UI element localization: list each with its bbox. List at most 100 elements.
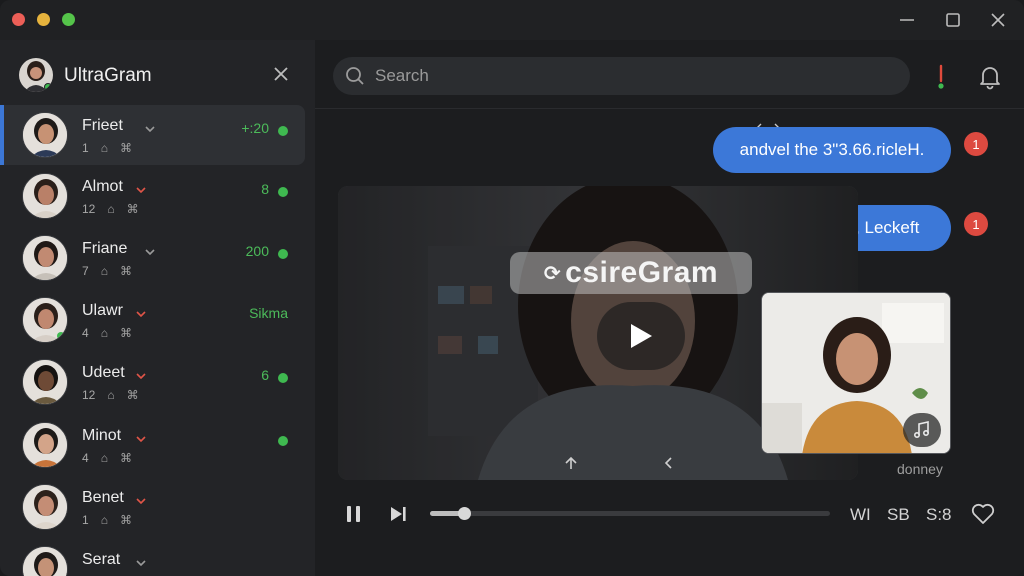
- media-icon: ⌂: [107, 388, 115, 402]
- contact-avatar[interactable]: [22, 297, 68, 343]
- arrow-up-icon[interactable]: [563, 456, 579, 470]
- contact-avatar[interactable]: [22, 484, 68, 530]
- chat-subtitle: 4 ⌂ ⌘: [82, 451, 132, 465]
- contact-name: Frieet: [82, 117, 123, 134]
- seek-handle[interactable]: [458, 507, 471, 520]
- unread-indicator: [278, 373, 288, 383]
- chevron-down-icon[interactable]: [135, 493, 147, 505]
- play-button[interactable]: [597, 302, 685, 370]
- chevron-down-icon[interactable]: [144, 244, 156, 256]
- player-option-speed[interactable]: S:8: [926, 505, 952, 525]
- play-icon: [631, 324, 652, 348]
- skip-next-icon: [391, 507, 406, 521]
- message-bubble[interactable]: andvel the 3"3.66.ricleH.: [713, 127, 951, 173]
- pip-caption: donney: [897, 461, 943, 477]
- contact-avatar[interactable]: [22, 359, 68, 405]
- search-input[interactable]: [375, 57, 895, 95]
- contact-avatar[interactable]: [22, 546, 68, 576]
- contact-name: Almot: [82, 178, 123, 195]
- chat-list-item[interactable]: Udeet 12 ⌂ ⌘ 6: [0, 352, 305, 412]
- attachment-icon: ⌘: [119, 451, 132, 465]
- maximize-icon[interactable]: [941, 8, 965, 32]
- player-option-wi[interactable]: WI: [850, 505, 871, 525]
- music-note-icon[interactable]: [903, 413, 941, 447]
- seek-bar[interactable]: [430, 507, 830, 520]
- notifications-icon[interactable]: [977, 64, 1003, 90]
- minimize-icon[interactable]: [895, 8, 919, 32]
- header-divider: [315, 108, 1024, 109]
- contact-avatar[interactable]: [22, 422, 68, 468]
- media-icon: ⌂: [100, 141, 108, 155]
- contact-name: Benet: [82, 489, 124, 506]
- media-icon: ⌂: [100, 264, 108, 278]
- chat-subtitle: 12 ⌂ ⌘: [82, 202, 139, 216]
- close-window-button[interactable]: [12, 13, 25, 26]
- chat-list-item[interactable]: Benet 1 ⌂ ⌘: [0, 477, 305, 537]
- message-count: 12: [82, 388, 96, 402]
- contact-name: Ulawr: [82, 302, 123, 319]
- chat-list-item[interactable]: Serat: [0, 539, 305, 576]
- contact-name: Friane: [82, 240, 128, 257]
- chevron-down-icon[interactable]: [135, 306, 147, 318]
- zoom-window-button[interactable]: [62, 13, 75, 26]
- chat-subtitle: 4 ⌂ ⌘: [82, 326, 132, 340]
- video-watermark: ⟳ csireGram: [510, 252, 752, 294]
- chevron-down-icon[interactable]: [135, 431, 147, 443]
- message-count: 4: [82, 451, 89, 465]
- unread-indicator: [278, 187, 288, 197]
- chat-sidebar: UltraGram Frieet 1 ⌂ ⌘ +:20 Almot 12 ⌂ ⌘ 8 Friane 7…: [0, 40, 315, 576]
- pause-button[interactable]: [345, 504, 363, 524]
- chat-list-item[interactable]: Minot 4 ⌂ ⌘: [0, 415, 305, 475]
- chat-list-item[interactable]: Friane 7 ⌂ ⌘ 200: [0, 228, 305, 288]
- media-icon: ⌂: [107, 202, 115, 216]
- player-option-sb[interactable]: SB: [887, 505, 910, 525]
- watermark-icon: ⟳: [543, 262, 562, 285]
- contact-avatar[interactable]: [22, 112, 68, 158]
- chevron-left-icon[interactable]: [663, 456, 675, 470]
- chat-timestamp: +:20: [241, 120, 269, 136]
- media-icon: ⌂: [100, 451, 108, 465]
- attachment-icon: ⌘: [126, 202, 139, 216]
- contact-avatar[interactable]: [22, 173, 68, 219]
- chevron-down-icon[interactable]: [135, 182, 147, 194]
- chat-timestamp: Sikma: [249, 305, 288, 321]
- message-count: 4: [82, 326, 89, 340]
- chat-list-item[interactable]: Almot 12 ⌂ ⌘ 8: [0, 166, 305, 226]
- chat-list-item[interactable]: Ulawr 4 ⌂ ⌘ Sikma: [0, 290, 305, 350]
- skip-next-button[interactable]: [388, 504, 408, 524]
- watermark-text: csireGram: [565, 256, 719, 289]
- contact-avatar[interactable]: [22, 235, 68, 281]
- search-bar[interactable]: [333, 57, 910, 95]
- media-icon: ⌂: [100, 326, 108, 340]
- chevron-down-icon[interactable]: [135, 555, 147, 567]
- app-window: UltraGram Frieet 1 ⌂ ⌘ +:20 Almot 12 ⌂ ⌘ 8 Friane 7…: [0, 0, 1024, 576]
- recording-indicator-icon[interactable]: [934, 64, 948, 90]
- search-icon: [345, 66, 365, 86]
- sidebar-header: UltraGram: [0, 40, 315, 104]
- like-icon[interactable]: [970, 502, 996, 526]
- online-indicator: [44, 83, 52, 91]
- conversation-pane: andvel the 3"3.66.ricleH. 1 lorovethen, …: [315, 40, 1024, 576]
- chat-subtitle: 1 ⌂ ⌘: [82, 141, 132, 155]
- chat-list-item[interactable]: Frieet 1 ⌂ ⌘ +:20: [0, 105, 305, 165]
- attachment-icon: ⌘: [126, 388, 139, 402]
- attachment-icon: ⌘: [119, 141, 132, 155]
- minimize-window-button[interactable]: [37, 13, 50, 26]
- chat-timestamp: 8: [261, 181, 269, 197]
- chat-subtitle: 1 ⌂ ⌘: [82, 513, 132, 527]
- message-count: 1: [82, 513, 89, 527]
- chevron-down-icon[interactable]: [144, 121, 156, 133]
- close-sidebar-icon[interactable]: [272, 65, 292, 85]
- contact-name: Udeet: [82, 364, 125, 381]
- unread-indicator: [278, 249, 288, 259]
- title-bar: [0, 0, 1024, 40]
- unread-badge: 1: [964, 132, 988, 156]
- close-icon[interactable]: [986, 8, 1010, 32]
- attachment-icon: ⌘: [119, 326, 132, 340]
- media-icon: ⌂: [100, 513, 108, 527]
- app-avatar[interactable]: [19, 58, 53, 92]
- chat-subtitle: 12 ⌂ ⌘: [82, 388, 139, 402]
- app-title: UltraGram: [64, 65, 152, 86]
- chevron-down-icon[interactable]: [135, 368, 147, 380]
- attachment-icon: ⌘: [119, 513, 132, 527]
